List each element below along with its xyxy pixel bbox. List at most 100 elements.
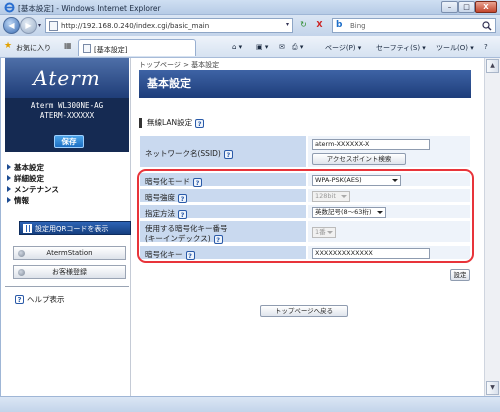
address-bar: ◀ ▶ ▾ http://192.168.0.240/index.cgi/bas… [0, 15, 500, 36]
sidebar-item-advanced-settings[interactable]: 詳細設定 [7, 173, 131, 184]
encryption-strength-select: 128bit [312, 191, 350, 202]
aterm-station-button[interactable]: AtermStation [13, 246, 126, 260]
save-button[interactable]: 保存 [54, 135, 84, 148]
scroll-down-icon[interactable]: ▼ [486, 381, 499, 395]
feeds-icon[interactable]: ▣ ▾ [256, 43, 268, 51]
sidebar-item-label: 基本設定 [14, 163, 44, 172]
help-icon: ? [15, 295, 24, 304]
ssid-row: ネットワーク名(SSID)? aterm-XXXXXX-X アクセスポイント検索 [139, 135, 471, 168]
encryption-strength-row: 暗号強度? 128bit [139, 188, 471, 203]
status-bar [0, 396, 500, 412]
encryption-mode-value: WPA-PSK(AES) [315, 176, 362, 184]
window-title: [基本設定] - Windows Internet Explorer [18, 4, 161, 13]
page-menu[interactable]: ページ(P) ▾ [325, 43, 361, 53]
ie-logo-icon [4, 2, 15, 13]
arrow-right-icon [7, 175, 11, 181]
vertical-scrollbar[interactable]: ▲ ▼ [484, 58, 500, 396]
encryption-strength-label: 暗号強度? [145, 192, 187, 203]
help-icon[interactable]: ? [223, 149, 233, 159]
help-link[interactable]: ? ヘルプ表示 [15, 294, 65, 305]
show-qr-code-button[interactable]: 設定用QRコードを表示 [19, 221, 131, 235]
encryption-mode-label-cell: 暗号化モード? [139, 172, 307, 187]
access-point-search-button[interactable]: アクセスポイント検索 [312, 153, 406, 165]
encryption-key-label-cell: 暗号化キー? [139, 245, 307, 260]
url-text: http://192.168.0.240/index.cgi/basic_mai… [61, 22, 210, 30]
arrow-right-icon [7, 197, 11, 203]
page-title: 基本設定 [139, 70, 471, 98]
help-icon[interactable]: ? [178, 193, 187, 203]
customer-registration-button[interactable]: お客様登録 [13, 265, 126, 279]
arrow-right-icon [7, 186, 11, 192]
print-icon[interactable]: ⎙ ▾ [292, 43, 303, 52]
sidebar-item-label: メンテナンス [14, 185, 59, 194]
encryption-key-input[interactable]: XXXXXXXXXXXXX [312, 248, 430, 259]
help-icon[interactable]: ? [195, 118, 205, 128]
history-dropdown-icon[interactable]: ▾ [38, 22, 41, 29]
back-to-top-button[interactable]: トップページへ戻る [260, 305, 348, 317]
key-method-label-text: 指定方法 [145, 209, 175, 218]
tools-menu[interactable]: ツール(O) ▾ [436, 43, 474, 53]
favorites-button[interactable]: お気に入り [16, 43, 51, 53]
mail-icon[interactable]: ✉ [279, 43, 285, 51]
url-dropdown-icon[interactable]: ▾ [286, 21, 289, 28]
encryption-mode-label: 暗号化モード? [145, 176, 202, 187]
key-index-label-cell: 使用する暗号化キー番号 (キーインデックス)? [139, 220, 307, 244]
key-index-value: 1番 [315, 228, 326, 236]
main-content: トップページ > 基本設定 基本設定 無線LAN設定? ネットワーク名(SSID… [137, 58, 491, 396]
sidebar: Aterm Aterm WL300NE-AG ATERM-XXXXXX 保存 基… [3, 58, 131, 396]
key-index-select: 1番 [312, 227, 336, 238]
encryption-key-label: 暗号化キー? [145, 249, 195, 260]
breadcrumb: トップページ > 基本設定 [139, 61, 220, 69]
encryption-mode-select[interactable]: WPA-PSK(AES) [312, 175, 401, 186]
ssid-label-cell: ネットワーク名(SSID)? [139, 135, 307, 168]
help-icon[interactable]: ? [213, 234, 223, 244]
divider [5, 286, 129, 287]
refresh-button[interactable]: ↻ [296, 18, 311, 33]
page-icon [49, 21, 58, 31]
chevron-down-icon [392, 179, 398, 182]
key-method-select[interactable]: 英数記号(8〜63桁) [312, 207, 386, 218]
favorites-bar: ★ お気に入り ▦ [基本設定] ⌂ ▾ ▣ ▾ ✉ ⎙ ▾ ページ(P) ▾ … [0, 36, 500, 58]
ssid-input[interactable]: aterm-XXXXXX-X [312, 139, 430, 150]
quick-tabs-icon[interactable]: ▦ [64, 41, 72, 50]
home-icon[interactable]: ⌂ ▾ [232, 43, 242, 51]
safety-menu[interactable]: セーフティ(S) ▾ [376, 43, 426, 53]
sidebar-item-label: 情報 [14, 196, 29, 205]
window-titlebar: [基本設定] - Windows Internet Explorer – □ X [0, 0, 500, 15]
search-box[interactable]: b Bing [332, 18, 496, 33]
tab-basic-settings[interactable]: [基本設定] [78, 39, 196, 56]
close-button[interactable]: X [475, 1, 497, 13]
sidebar-item-label: 詳細設定 [14, 174, 44, 183]
forward-button[interactable]: ▶ [20, 17, 37, 34]
key-index-value-cell: 1番 [307, 220, 471, 243]
sidebar-menu: 基本設定 詳細設定 メンテナンス 情報 [7, 162, 131, 206]
customer-registration-label: お客様登録 [52, 268, 87, 276]
url-field[interactable]: http://192.168.0.240/index.cgi/basic_mai… [45, 18, 293, 33]
help-menu-icon[interactable]: ? [484, 43, 488, 51]
help-icon[interactable]: ? [178, 209, 187, 219]
sidebar-item-maintenance[interactable]: メンテナンス [7, 184, 131, 195]
model-name: Aterm WL300NE-AG [30, 101, 104, 110]
section-title: 無線LAN設定? [139, 118, 205, 128]
set-button[interactable]: 設定 [450, 269, 470, 281]
sidebar-item-info[interactable]: 情報 [7, 195, 131, 206]
tab-title: [基本設定] [94, 46, 128, 54]
back-button[interactable]: ◀ [3, 17, 20, 34]
help-icon[interactable]: ? [185, 250, 195, 260]
encryption-strength-value-cell: 128bit [307, 188, 471, 203]
encryption-mode-row: 暗号化モード? WPA-PSK(AES) [139, 172, 471, 187]
sidebar-item-basic-settings[interactable]: 基本設定 [7, 162, 131, 173]
tab-page-icon [83, 44, 91, 53]
search-icon[interactable] [482, 21, 492, 31]
favorites-star-icon[interactable]: ★ [4, 41, 12, 51]
minimize-button[interactable]: – [441, 1, 458, 13]
help-icon[interactable]: ? [193, 177, 202, 187]
bullet-icon [18, 269, 25, 276]
bing-logo-icon: b [336, 20, 343, 30]
stop-button[interactable]: X [312, 18, 327, 33]
scroll-up-icon[interactable]: ▲ [486, 59, 499, 73]
qr-code-icon [23, 224, 32, 233]
chevron-down-icon [377, 211, 383, 214]
aterm-logo: Aterm [5, 58, 129, 98]
maximize-button[interactable]: □ [458, 1, 475, 13]
